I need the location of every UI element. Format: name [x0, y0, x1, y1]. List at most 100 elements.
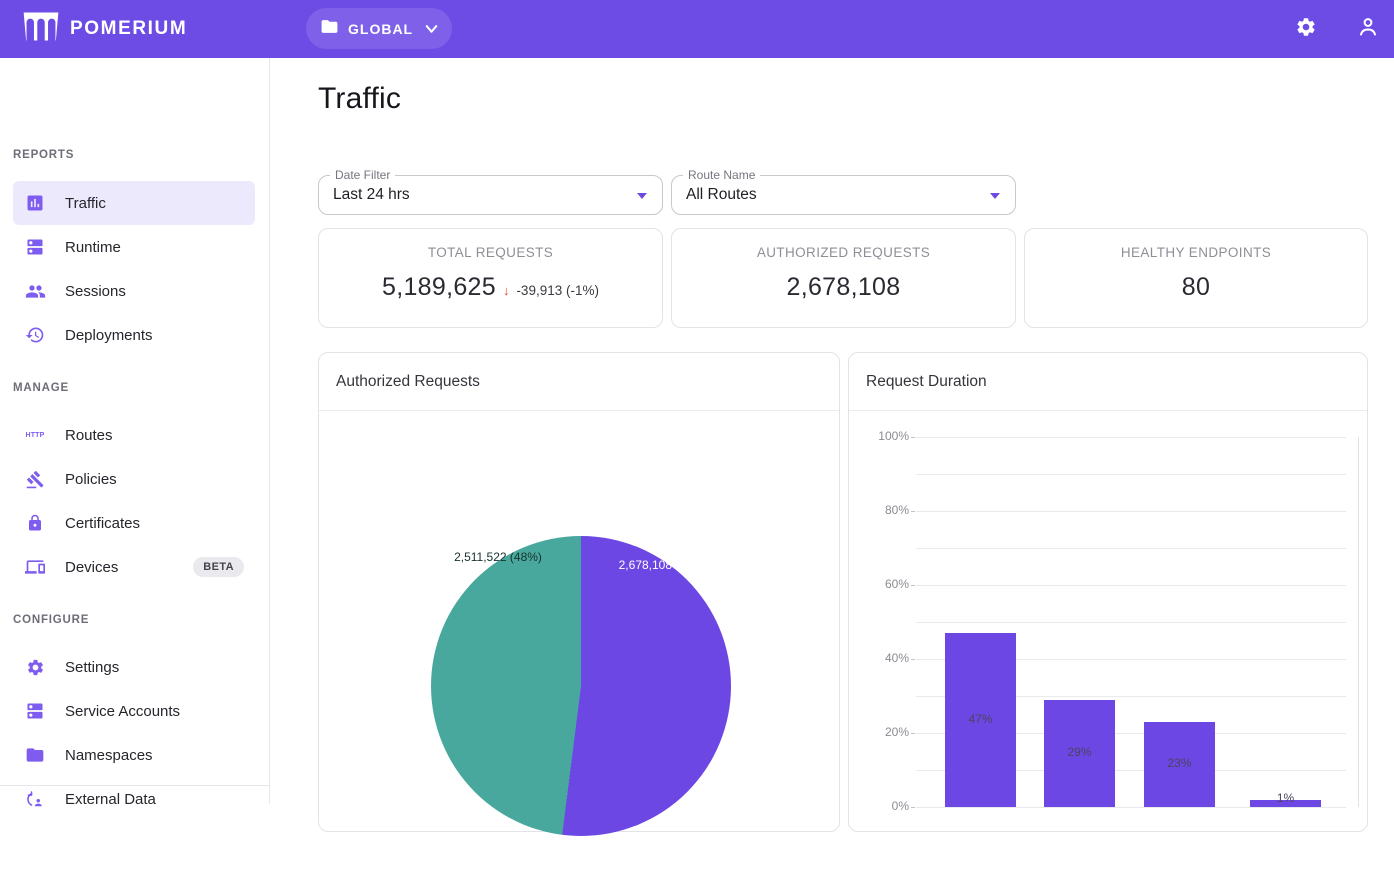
folder-icon	[24, 744, 46, 766]
y-axis-tick-label: 80%	[849, 503, 909, 517]
header-settings-button[interactable]	[1292, 15, 1320, 43]
request-duration-card: Request Duration 0% 20% 40% 60% 80% 100% 47% 29…	[848, 352, 1368, 832]
gridline	[916, 807, 1346, 808]
sidebar-item-namespaces[interactable]: Namespaces	[13, 733, 255, 777]
sidebar-item-label: External Data	[65, 791, 156, 808]
sidebar-item-sessions[interactable]: Sessions	[13, 269, 255, 313]
gridline	[916, 548, 1346, 549]
stat-card-authorized-requests: AUTHORIZED REQUESTS 2,678,108	[671, 228, 1016, 328]
sidebar-item-label: Policies	[65, 471, 117, 488]
sidebar-item-policies[interactable]: Policies	[13, 457, 255, 501]
bar-chart-plot: 0% 20% 40% 60% 80% 100% 47% 29% 23% 1%	[849, 411, 1367, 881]
dns-icon	[24, 236, 46, 258]
date-filter-value: Last 24 hrs	[333, 176, 410, 214]
y-axis-tick-label: 60%	[849, 577, 909, 591]
y-axis-tick-label: 0%	[849, 799, 909, 813]
y-axis-tick-label: 100%	[849, 429, 909, 443]
stat-card-healthy-endpoints: HEALTHY ENDPOINTS 80	[1024, 228, 1368, 328]
tick-mark	[911, 733, 915, 734]
pie-slice-label-authorized: 2,678,108 (52%)	[619, 558, 708, 572]
stat-label: HEALTHY ENDPOINTS	[1025, 245, 1367, 260]
pomerium-logo-icon	[22, 12, 60, 46]
tick-mark	[911, 511, 915, 512]
sidebar-item-label: Namespaces	[65, 747, 153, 764]
sidebar-item-label: Settings	[65, 659, 119, 676]
sidebar-item-label: Devices	[65, 559, 118, 576]
sidebar-item-label: Traffic	[65, 195, 106, 212]
route-name-select[interactable]: Route Name All Routes	[671, 175, 1016, 215]
person-icon	[1356, 15, 1380, 44]
brand-logo[interactable]: POMERIUM	[22, 12, 187, 46]
arrow-down-icon: ↓	[503, 283, 510, 298]
sidebar-section-manage: MANAGE	[13, 382, 69, 394]
card-title: Authorized Requests	[319, 353, 839, 411]
card-title: Request Duration	[849, 353, 1367, 411]
sidebar-item-routes[interactable]: HTTP Routes	[13, 413, 255, 457]
sidebar-item-deployments[interactable]: Deployments	[13, 313, 255, 357]
tick-mark	[911, 659, 915, 660]
dns-icon	[24, 700, 46, 722]
devices-icon	[24, 556, 46, 578]
sync-person-icon	[24, 788, 46, 810]
gridline	[916, 511, 1346, 512]
bar-chart-icon	[24, 192, 46, 214]
sidebar-item-external-data[interactable]: External Data	[13, 777, 255, 821]
pie-chart	[431, 536, 731, 836]
bar-value-label: 23%	[1144, 756, 1215, 770]
stat-label: TOTAL REQUESTS	[319, 245, 662, 260]
people-icon	[24, 280, 46, 302]
gridline	[916, 622, 1346, 623]
gridline	[916, 474, 1346, 475]
page-title: Traffic	[318, 82, 401, 116]
http-icon: HTTP	[24, 424, 46, 446]
gear-icon	[1295, 16, 1317, 43]
sidebar-divider	[0, 785, 270, 786]
y-axis-tick-label: 20%	[849, 725, 909, 739]
gavel-icon	[24, 468, 46, 490]
header-account-button[interactable]	[1354, 15, 1382, 43]
lock-icon	[24, 512, 46, 534]
sidebar: REPORTS Traffic Runtime Sessions Deploym…	[0, 58, 270, 804]
sidebar-item-label: Runtime	[65, 239, 121, 256]
gear-icon	[24, 656, 46, 678]
sidebar-item-service-accounts[interactable]: Service Accounts	[13, 689, 255, 733]
bar-value-label: 29%	[1044, 745, 1115, 759]
gridline	[916, 437, 1346, 438]
sidebar-item-label: Routes	[65, 427, 113, 444]
sidebar-item-runtime[interactable]: Runtime	[13, 225, 255, 269]
sidebar-item-settings[interactable]: Settings	[13, 645, 255, 689]
bar-value-label: 1%	[1250, 791, 1321, 805]
sidebar-item-devices[interactable]: Devices BETA	[13, 545, 255, 589]
axis-line	[1358, 437, 1359, 807]
namespace-selector[interactable]: GLOBAL	[306, 8, 452, 49]
sidebar-item-traffic[interactable]: Traffic	[13, 181, 255, 225]
y-axis-tick-label: 40%	[849, 651, 909, 665]
sidebar-item-label: Deployments	[65, 327, 153, 344]
stat-value: 5,189,625	[382, 273, 496, 302]
sidebar-section-configure: CONFIGURE	[13, 614, 89, 626]
beta-badge: BETA	[193, 557, 244, 577]
sidebar-section-reports: REPORTS	[13, 149, 74, 161]
date-filter-select[interactable]: Date Filter Last 24 hrs	[318, 175, 663, 215]
tick-mark	[911, 807, 915, 808]
bar-value-label: 47%	[945, 712, 1016, 726]
sidebar-item-label: Sessions	[65, 283, 126, 300]
stat-card-total-requests: TOTAL REQUESTS 5,189,625 ↓ -39,913 (-1%)	[318, 228, 663, 328]
folder-icon	[320, 17, 339, 41]
tick-mark	[911, 437, 915, 438]
brand-name: POMERIUM	[70, 18, 187, 40]
chevron-down-icon	[422, 19, 441, 38]
namespace-label: GLOBAL	[348, 21, 413, 37]
stat-label: AUTHORIZED REQUESTS	[672, 245, 1015, 260]
sidebar-item-label: Service Accounts	[65, 703, 180, 720]
app-header: POMERIUM GLOBAL	[0, 0, 1394, 58]
tick-mark	[911, 585, 915, 586]
pie-slice-label-unauthorized: 2,511,522 (48%)	[454, 550, 542, 564]
sidebar-item-certificates[interactable]: Certificates	[13, 501, 255, 545]
authorized-requests-card: Authorized Requests 2,511,522 (48%) 2,67…	[318, 352, 840, 832]
stat-value: 80	[1182, 273, 1210, 302]
stat-delta: -39,913 (-1%)	[516, 283, 599, 298]
gridline	[916, 585, 1346, 586]
dropdown-arrow-icon	[637, 193, 647, 199]
sidebar-item-label: Certificates	[65, 515, 140, 532]
